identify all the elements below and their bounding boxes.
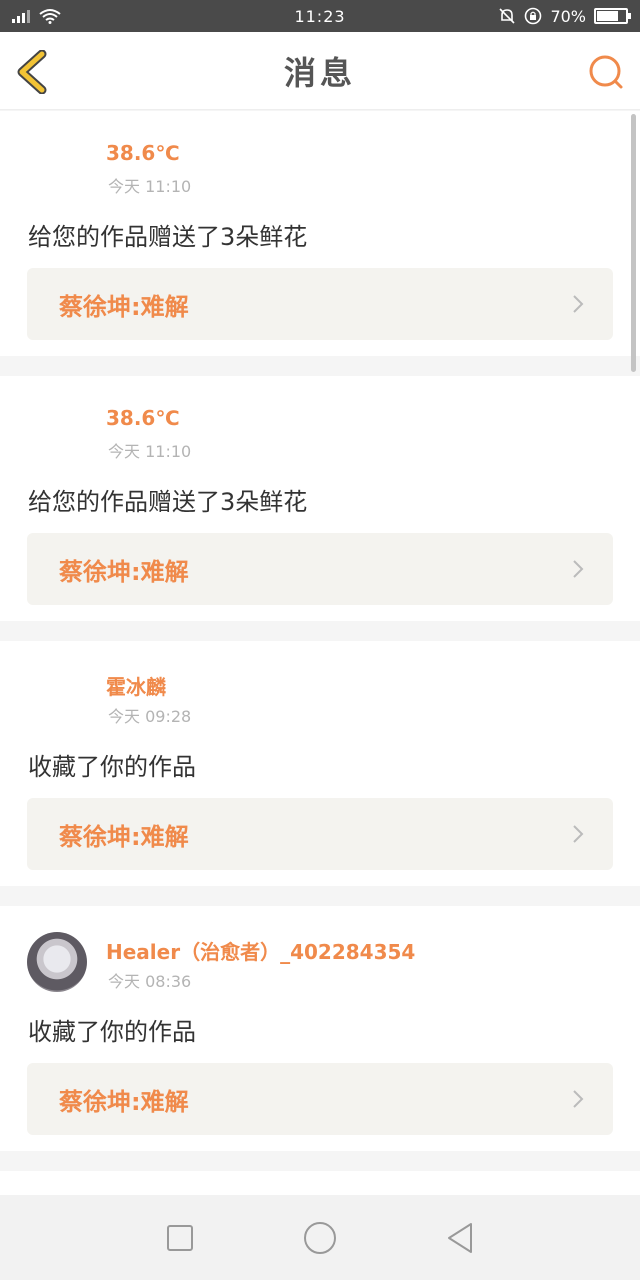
chevron-right-icon: [573, 295, 584, 313]
notification-card: 38.6℃ 今天 11:10 给您的作品赠送了3朵鲜花 蔡徐坤:难解: [0, 376, 640, 621]
notification-card: Healer（治愈者）_402284354 今天 08:36 收藏了你的作品 蔡…: [0, 906, 640, 1151]
notification-message: 给您的作品赠送了3朵鲜花: [28, 488, 308, 516]
notification-time: 今天 08:36: [108, 972, 192, 991]
work-link[interactable]: 蔡徐坤:难解: [27, 798, 613, 870]
status-time: 11:23: [294, 6, 346, 26]
status-bar: 11:23 70%: [0, 0, 640, 32]
notification-time: 今天 11:10: [108, 177, 192, 196]
home-button[interactable]: [300, 1218, 340, 1258]
work-title: 蔡徐坤:难解: [59, 822, 189, 851]
chevron-right-icon: [573, 825, 584, 843]
work-title: 蔡徐坤:难解: [59, 292, 189, 321]
scrollbar[interactable]: [631, 114, 636, 372]
chevron-left-icon[interactable]: [14, 50, 54, 94]
avatar[interactable]: [27, 932, 87, 992]
chevron-right-icon: [573, 560, 584, 578]
sender-name[interactable]: 38.6℃: [106, 141, 180, 165]
notification-card: 霍冰麟 今天 09:28 收藏了你的作品 蔡徐坤:难解: [0, 641, 640, 886]
notification-time: 今天 11:10: [108, 442, 192, 461]
notification-card: [0, 1171, 640, 1195]
sender-name[interactable]: Healer（治愈者）_402284354: [106, 936, 415, 965]
notification-list: 38.6℃ 今天 11:10 给您的作品赠送了3朵鲜花 蔡徐坤:难解 38.6℃…: [0, 111, 640, 1195]
circle-icon: [304, 1221, 336, 1254]
work-link[interactable]: 蔡徐坤:难解: [27, 1063, 613, 1135]
back-button[interactable]: [440, 1218, 480, 1258]
notification-message: 收藏了你的作品: [28, 753, 196, 781]
sender-name[interactable]: 38.6℃: [106, 406, 180, 430]
notification-message: 给您的作品赠送了3朵鲜花: [28, 223, 308, 251]
notification-card: 38.6℃ 今天 11:10 给您的作品赠送了3朵鲜花 蔡徐坤:难解: [0, 111, 640, 356]
square-icon: [167, 1224, 193, 1251]
work-link[interactable]: 蔡徐坤:难解: [27, 268, 613, 340]
recent-apps-button[interactable]: [160, 1218, 200, 1258]
work-link[interactable]: 蔡徐坤:难解: [27, 533, 613, 605]
work-title: 蔡徐坤:难解: [59, 557, 189, 586]
triangle-back-icon: [448, 1222, 472, 1253]
sender-name[interactable]: 霍冰麟: [106, 671, 166, 700]
app-header: 消息: [0, 32, 640, 110]
page-title: 消息: [283, 53, 356, 92]
search-icon[interactable]: [586, 52, 626, 92]
notification-message: 收藏了你的作品: [28, 1018, 196, 1046]
work-title: 蔡徐坤:难解: [59, 1087, 189, 1116]
chevron-right-icon: [573, 1090, 584, 1108]
battery-icon: [594, 8, 631, 24]
system-nav-bar: [0, 1195, 640, 1280]
notification-time: 今天 09:28: [108, 707, 192, 726]
